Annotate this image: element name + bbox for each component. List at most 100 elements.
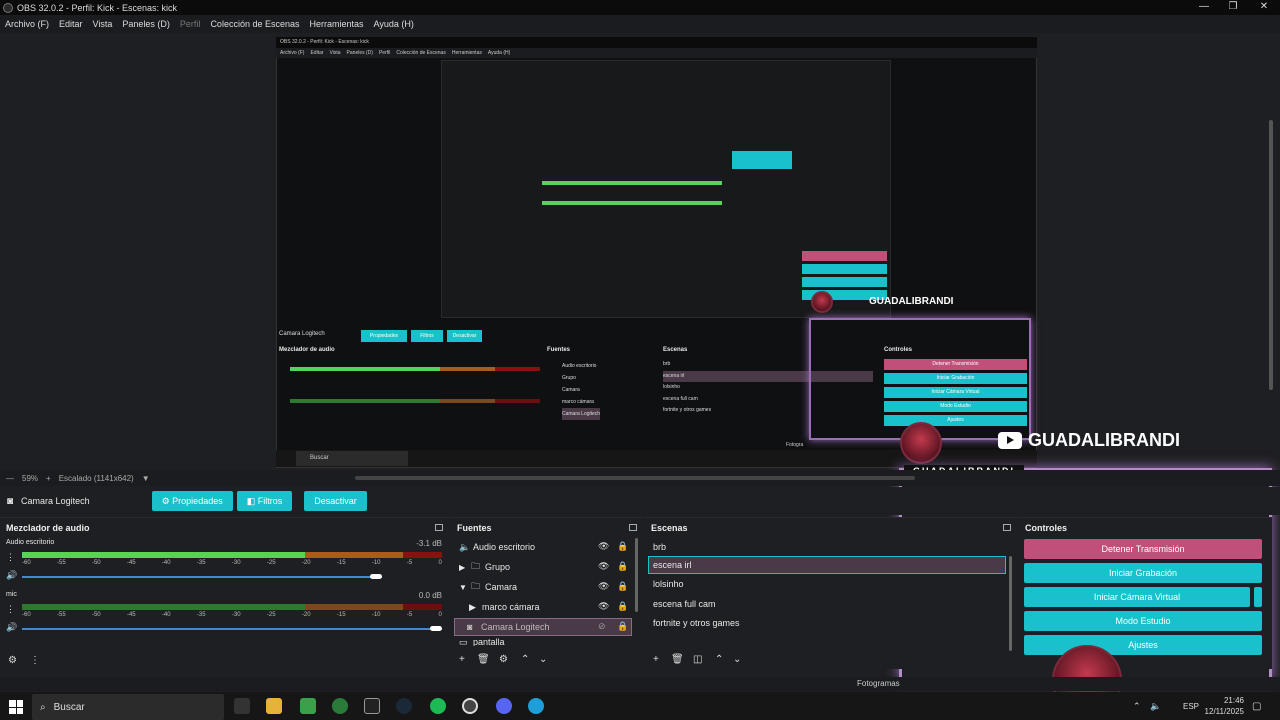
xbox-icon[interactable] xyxy=(332,698,348,714)
menu-coleccion-escenas[interactable]: Colección de Escenas xyxy=(205,19,304,29)
preview-horizontal-scrollbar[interactable] xyxy=(355,476,915,480)
virtual-camera-settings-button[interactable] xyxy=(1254,587,1262,607)
tick: -60 xyxy=(22,612,31,618)
track-menu-icon[interactable]: ⋮ xyxy=(6,604,15,615)
obs-icon[interactable] xyxy=(462,698,478,714)
steam-icon[interactable] xyxy=(396,698,412,714)
gear-icon[interactable]: ⚙ xyxy=(499,654,508,665)
volume-slider[interactable] xyxy=(22,576,382,578)
scene-item-escena-irl[interactable]: escena irl xyxy=(648,556,1006,574)
move-up-icon[interactable]: ⌃ xyxy=(715,654,723,665)
notifications-icon[interactable]: ▢ xyxy=(1252,701,1261,712)
properties-button[interactable]: ⚙ Propiedades xyxy=(151,491,233,511)
trash-icon[interactable]: 🗑 xyxy=(671,654,684,665)
filter-icon[interactable]: ◫ xyxy=(693,654,702,665)
source-item-pantalla[interactable]: ▭ pantalla xyxy=(459,638,634,646)
move-down-icon[interactable]: ⌄ xyxy=(539,654,547,665)
spotify-icon[interactable] xyxy=(430,698,446,714)
volume-slider[interactable] xyxy=(22,628,442,630)
stop-streaming-button[interactable]: Detener Transmisión xyxy=(1024,539,1262,559)
menu-paneles[interactable]: Paneles (D) xyxy=(117,19,175,29)
tick: -25 xyxy=(266,612,276,618)
scene-item-fortnite[interactable]: fortnite y otros games xyxy=(653,614,1008,632)
nested-sources-title: Fuentes xyxy=(547,347,571,353)
scene-item-escena-full-cam[interactable]: escena full cam xyxy=(653,595,1008,613)
expand-icon[interactable]: ▶ xyxy=(459,563,471,572)
lock-icon[interactable]: 🔒 xyxy=(617,541,628,552)
meter-ticks: -60 -55 -50 -45 -40 -35 -30 -25 -20 -15 -10 -5 0 xyxy=(22,612,442,618)
sources-scrollbar[interactable] xyxy=(635,538,638,612)
volume-icon[interactable]: 🔈 xyxy=(1150,701,1161,712)
studio-mode-button[interactable]: Modo Estudio xyxy=(1024,611,1262,631)
file-explorer-icon[interactable] xyxy=(266,698,282,714)
nested-taskbar-search: Buscar xyxy=(296,451,408,466)
track-db: 0.0 dB xyxy=(418,591,442,600)
more-menu-icon[interactable]: ⋮ xyxy=(30,655,40,666)
lock-icon[interactable]: 🔒 xyxy=(617,621,628,632)
eye-hidden-icon[interactable]: ⊘ xyxy=(598,621,606,632)
language-indicator[interactable]: ESP xyxy=(1183,702,1199,711)
preview-vertical-scrollbar[interactable] xyxy=(1269,120,1273,390)
menu-archivo[interactable]: Archivo (F) xyxy=(0,19,54,29)
nested-menu-bar: Archivo (F) Editar Vista Paneles (D) Per… xyxy=(276,48,1037,58)
move-down-icon[interactable]: ⌄ xyxy=(733,654,741,665)
nested-deactivate: Desactivar xyxy=(447,330,482,342)
lock-icon[interactable]: 🔒 xyxy=(617,561,628,572)
start-virtual-camera-button[interactable]: Iniciar Cámara Virtual xyxy=(1024,587,1250,607)
taskbar-search[interactable]: ⌕ Buscar xyxy=(32,694,224,720)
deactivate-button[interactable]: Desactivar xyxy=(304,491,367,511)
gear-icon[interactable]: ⚙ xyxy=(8,655,17,666)
close-button[interactable]: ✕ xyxy=(1248,0,1280,15)
collapse-icon[interactable]: ▼ xyxy=(459,583,471,592)
zoom-in-button[interactable]: + xyxy=(46,474,51,483)
menu-editar[interactable]: Editar xyxy=(54,19,88,29)
menu-perfil[interactable]: Perfil xyxy=(175,19,206,29)
lock-icon[interactable]: 🔒 xyxy=(617,581,628,592)
nested-meter xyxy=(290,399,540,403)
nested-meter xyxy=(290,367,540,371)
meter-ticks: -60 -55 -50 -45 -40 -35 -30 -25 -20 -15 -10 -5 0 xyxy=(22,560,442,566)
eye-icon[interactable]: 👁 xyxy=(598,561,609,572)
taskbar-clock[interactable]: 21:46 12/11/2025 xyxy=(1200,695,1244,717)
lock-icon[interactable]: 🔒 xyxy=(617,601,628,612)
menu-vista[interactable]: Vista xyxy=(88,19,118,29)
chevron-down-icon[interactable]: ▼ xyxy=(142,474,150,483)
task-view-icon[interactable] xyxy=(234,698,250,714)
zoom-scale-select[interactable]: Escalado (1141x642) xyxy=(59,474,134,483)
dock-float-icon[interactable] xyxy=(629,524,637,531)
menu-herramientas[interactable]: Herramientas xyxy=(305,19,369,29)
tick: -15 xyxy=(336,612,346,618)
track-menu-icon[interactable]: ⋮ xyxy=(6,552,15,563)
eye-icon[interactable]: 👁 xyxy=(598,541,609,552)
eye-icon[interactable]: 👁 xyxy=(598,601,609,612)
chevron-up-icon[interactable]: ⌃ xyxy=(1133,701,1141,712)
maximize-button[interactable]: ❐ xyxy=(1217,0,1249,15)
settings-button[interactable]: Ajustes xyxy=(1024,635,1262,655)
speaker-icon[interactable]: 🔊 xyxy=(6,622,17,633)
eye-icon[interactable]: 👁 xyxy=(598,581,609,592)
dock-float-icon[interactable] xyxy=(1003,524,1011,531)
start-recording-button[interactable]: Iniciar Grabación xyxy=(1024,563,1262,583)
volume-slider-knob[interactable] xyxy=(430,626,442,631)
add-icon[interactable]: + xyxy=(459,654,465,665)
dock-float-icon[interactable] xyxy=(435,524,443,531)
discord-icon[interactable] xyxy=(496,698,512,714)
epic-games-icon[interactable] xyxy=(364,698,380,714)
minecraft-icon[interactable] xyxy=(300,698,316,714)
move-up-icon[interactable]: ⌃ xyxy=(521,654,529,665)
scene-item-lolsinho[interactable]: lolsinho xyxy=(653,575,1008,593)
filters-button[interactable]: ◧ Filtros xyxy=(236,491,293,511)
scene-item-brb[interactable]: brb xyxy=(653,538,1008,556)
nested-meter xyxy=(542,181,722,185)
minimize-button[interactable]: — xyxy=(1188,0,1220,15)
zoom-out-button[interactable]: — xyxy=(6,474,14,483)
add-icon[interactable]: + xyxy=(653,654,659,665)
start-button[interactable] xyxy=(9,700,23,714)
edge-icon[interactable] xyxy=(528,698,544,714)
clock-time: 21:46 xyxy=(1223,696,1244,705)
volume-slider-knob[interactable] xyxy=(370,574,382,579)
scenes-scrollbar[interactable] xyxy=(1009,556,1012,651)
speaker-icon[interactable]: 🔊 xyxy=(6,570,17,581)
menu-ayuda[interactable]: Ayuda (H) xyxy=(369,19,419,29)
trash-icon[interactable]: 🗑 xyxy=(477,654,490,665)
